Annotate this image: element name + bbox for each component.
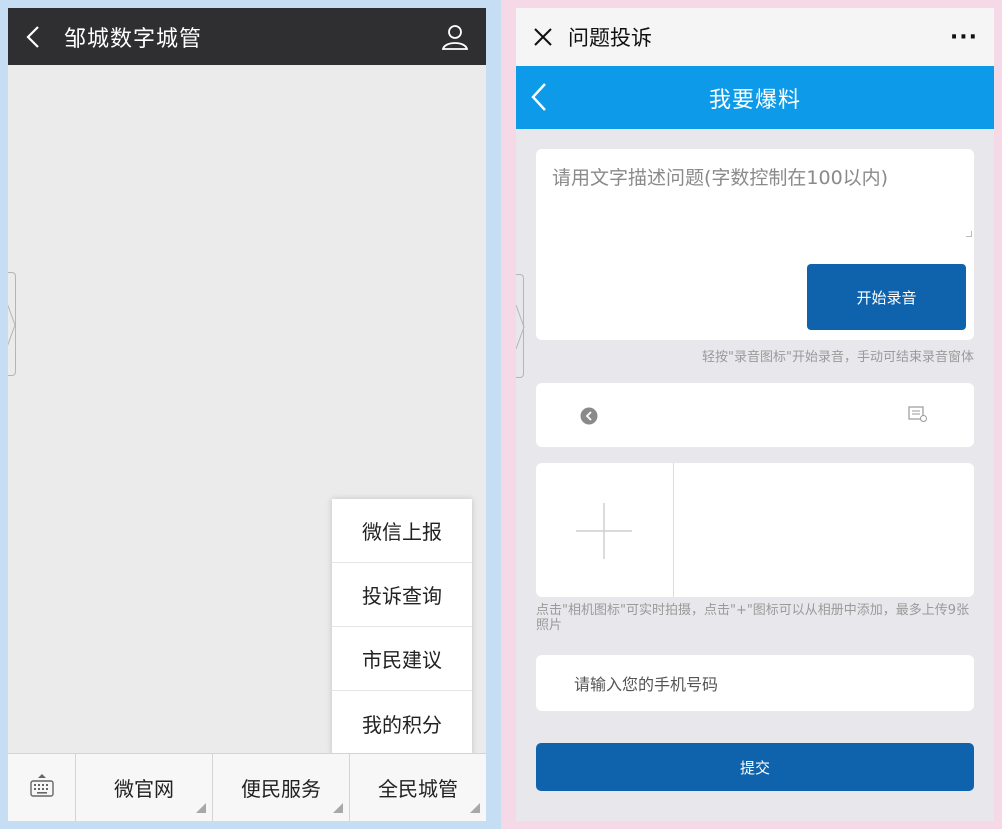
side-drawer-handle[interactable] xyxy=(516,274,525,378)
plus-icon xyxy=(576,503,632,559)
submenu-corner-icon xyxy=(333,803,343,813)
menu-item-wechat-report[interactable]: 微信上报 xyxy=(332,499,472,563)
wechat-header: 邹城数字城管 xyxy=(8,8,486,65)
webview-header: 问题投诉 ··· xyxy=(516,8,994,66)
phone-placeholder: 请输入您的手机号码 xyxy=(574,675,719,694)
description-textarea[interactable]: 请用文字描述问题(字数控制在100以内) 开始录音 xyxy=(536,149,974,340)
keyboard-toggle-button[interactable] xyxy=(8,754,76,821)
left-phone-screen: 邹城数字城管 微信上报 投诉查询 市民建议 我的积分 微官网 便民服务 全民城管 xyxy=(8,8,486,821)
user-icon[interactable] xyxy=(440,22,470,52)
resize-grip-icon[interactable] xyxy=(966,231,972,237)
submenu-corner-icon xyxy=(196,803,206,813)
close-icon[interactable] xyxy=(532,26,554,48)
bottom-menu-city-management[interactable]: 全民城管 xyxy=(350,754,486,821)
app-bar-title: 我要爆料 xyxy=(708,87,801,113)
start-recording-button[interactable]: 开始录音 xyxy=(807,264,966,330)
right-phone-screen: 问题投诉 ··· 我要爆料 请用文字描述问题(字数控制在100以内) 开始录音 … xyxy=(516,8,994,821)
bottom-menu-services[interactable]: 便民服务 xyxy=(213,754,350,821)
menu-item-my-points[interactable]: 我的积分 xyxy=(332,691,472,755)
chevron-left-icon[interactable] xyxy=(530,82,548,116)
add-photo-button[interactable] xyxy=(536,463,674,597)
description-placeholder: 请用文字描述问题(字数控制在100以内) xyxy=(552,167,889,189)
bottom-menu-website[interactable]: 微官网 xyxy=(76,754,213,821)
submenu-corner-icon xyxy=(470,803,480,813)
phone-number-input[interactable]: 请输入您的手机号码 xyxy=(536,655,974,711)
page-title: 邹城数字城管 xyxy=(64,26,203,52)
play-icon[interactable] xyxy=(580,407,598,429)
form-body: 请用文字描述问题(字数控制在100以内) 开始录音 轻按"录音图标"开始录音，手… xyxy=(516,149,994,791)
bottom-menu-bar: 微官网 便民服务 全民城管 xyxy=(8,753,486,821)
more-icon[interactable]: ··· xyxy=(950,25,978,50)
recording-tip: 轻按"录音图标"开始录音，手动可结束录音窗体 xyxy=(702,350,974,365)
side-drawer-handle[interactable] xyxy=(8,272,16,376)
page-title: 问题投诉 xyxy=(568,26,652,50)
back-chevron-icon[interactable] xyxy=(26,22,46,52)
bottom-menu-label: 便民服务 xyxy=(241,777,321,801)
file-icon[interactable] xyxy=(908,405,928,427)
submenu-popup: 微信上报 投诉查询 市民建议 我的积分 xyxy=(332,499,472,755)
submit-button[interactable]: 提交 xyxy=(536,743,974,791)
audio-player xyxy=(536,383,974,447)
menu-item-citizen-suggestion[interactable]: 市民建议 xyxy=(332,627,472,691)
photo-tip: 点击"相机图标"可实时拍摄，点击"+"图标可以从相册中添加，最多上传9张照片 xyxy=(536,603,970,633)
photo-upload-area xyxy=(536,463,974,597)
bottom-menu-label: 全民城管 xyxy=(378,777,458,801)
bottom-menu-label: 微官网 xyxy=(114,777,174,801)
keyboard-icon xyxy=(28,772,56,804)
app-bar: 我要爆料 xyxy=(516,66,994,129)
menu-item-complaint-query[interactable]: 投诉查询 xyxy=(332,563,472,627)
